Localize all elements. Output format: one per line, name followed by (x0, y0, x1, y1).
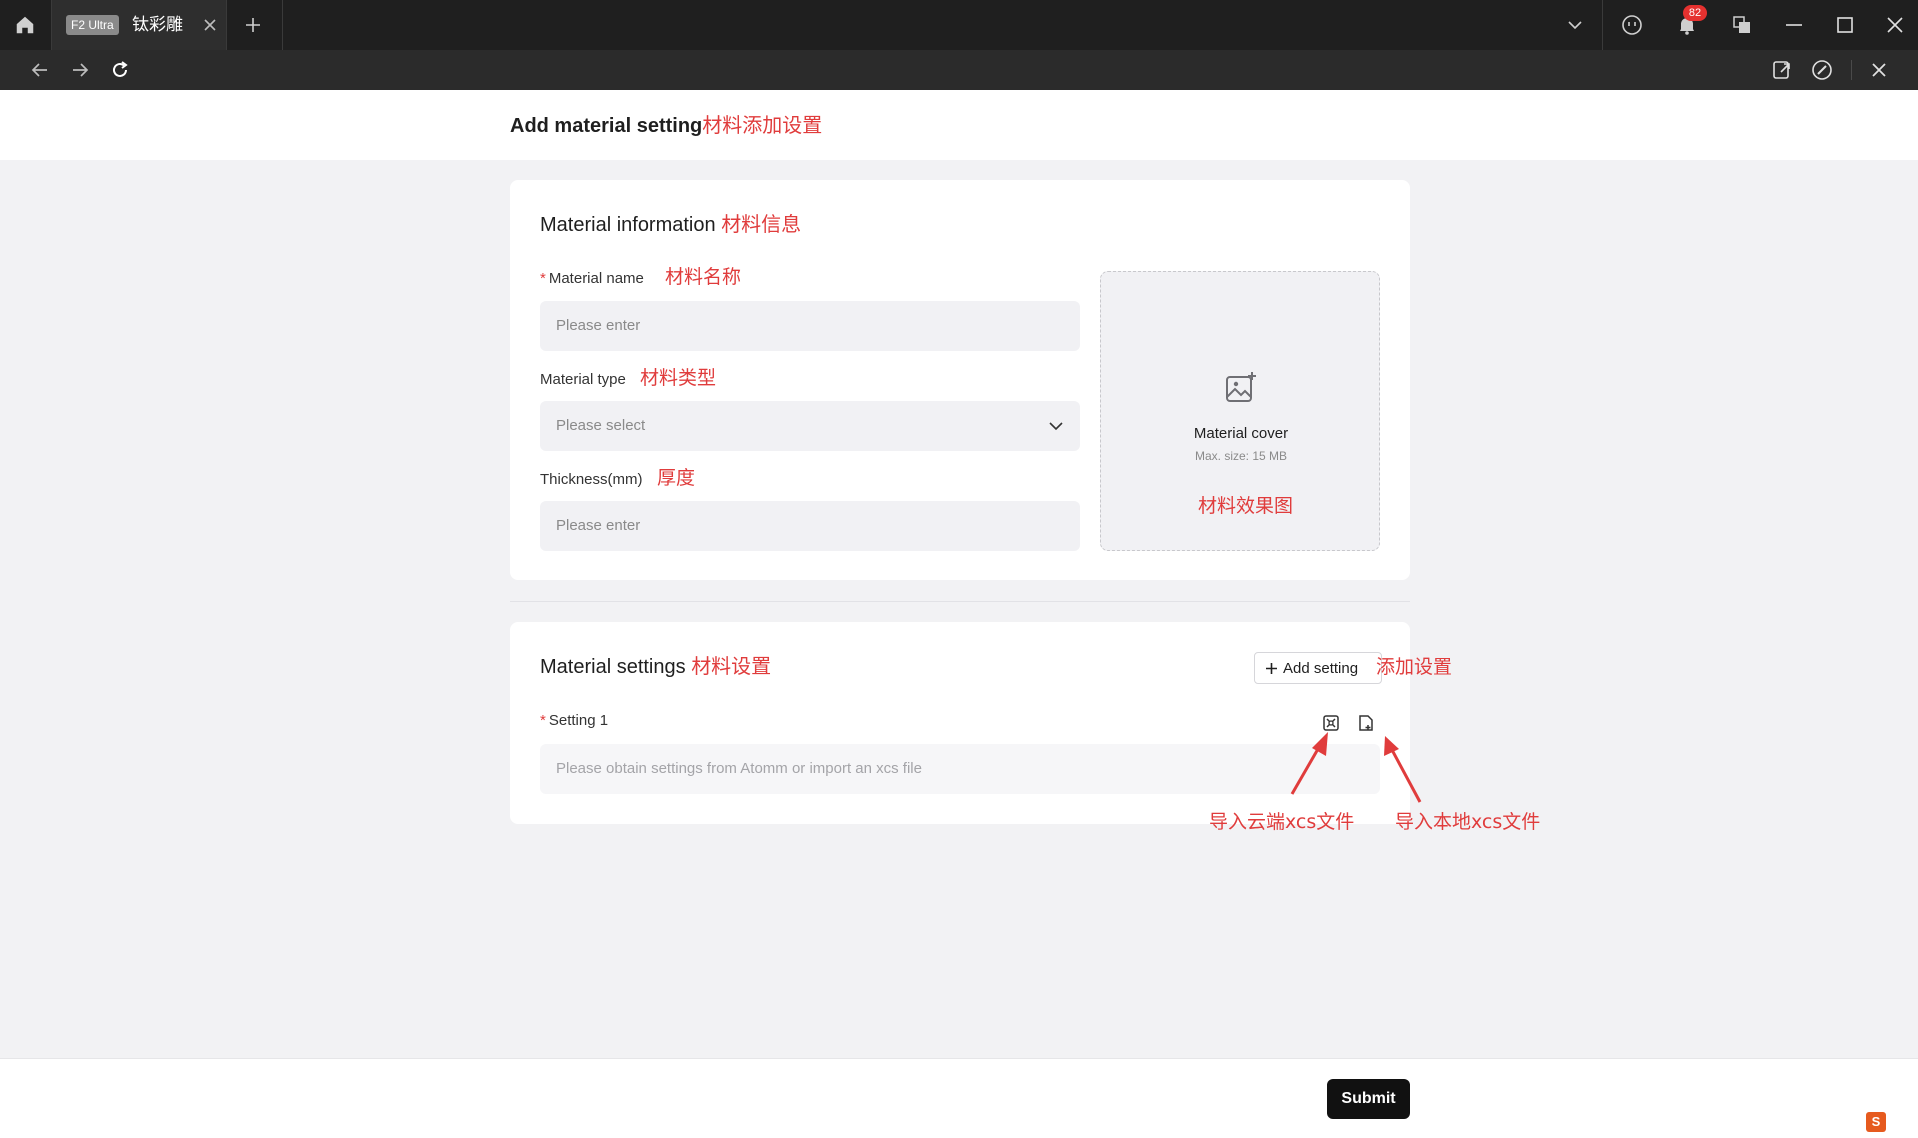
titlebar-divider (1602, 0, 1603, 50)
browser-tab[interactable]: F2 Ultra 钛彩雕 (51, 0, 227, 50)
material-type-select[interactable]: Please select (540, 401, 1080, 451)
material-type-annotation: 材料类型 (640, 367, 717, 389)
cloud-import-icon[interactable] (1320, 712, 1342, 734)
required-asterisk: * (540, 270, 546, 287)
material-type-label: Material type (540, 371, 626, 388)
add-setting-annotation: 添加设置 (1376, 656, 1453, 678)
material-cover-label: Material cover (1193, 425, 1289, 442)
add-setting-button[interactable]: Add setting (1254, 652, 1382, 684)
compass-icon[interactable] (1809, 57, 1835, 83)
material-settings-title: Material settings 材料设置 (540, 652, 771, 681)
material-type-placeholder: Please select (556, 417, 646, 434)
submit-button[interactable]: Submit (1327, 1079, 1410, 1119)
tab-device-badge: F2 Ultra (66, 15, 119, 35)
minimize-icon[interactable] (1781, 12, 1807, 38)
home-icon[interactable] (0, 0, 50, 50)
thickness-label: Thickness(mm) (540, 471, 643, 488)
navigation-bar (0, 50, 1918, 90)
back-arrow-icon[interactable] (27, 57, 53, 83)
app-logo-icon: S (1866, 1112, 1886, 1132)
titlebar-divider (282, 0, 283, 50)
page-title-text: Add material setting (510, 115, 703, 137)
refresh-icon[interactable] (107, 57, 133, 83)
material-name-annotation: 材料名称 (665, 266, 742, 288)
title-bar: F2 Ultra 钛彩雕 82 (0, 0, 1918, 50)
setting-1-label-text: Setting 1 (548, 712, 609, 729)
material-information-card: Material information 材料信息 * Material name… (510, 180, 1410, 580)
material-name-label: * Material name (540, 269, 644, 289)
maximize-icon[interactable] (1832, 12, 1858, 38)
section-title-annotation: 材料设置 (691, 654, 772, 678)
new-tab-icon[interactable] (240, 12, 266, 38)
chevron-down-icon (1046, 416, 1066, 436)
plus-icon (1266, 662, 1277, 674)
section-title-text: Material information (540, 214, 716, 236)
material-information-title: Material information 材料信息 (540, 210, 801, 239)
required-asterisk: * (540, 712, 546, 729)
footer-bar: Submit (0, 1058, 1918, 1138)
windows-icon[interactable] (1729, 12, 1755, 38)
material-name-label-text: Material name (548, 270, 644, 287)
material-cover-size-hint: Max. size: 15 MB (1194, 449, 1288, 463)
section-title-annotation: 材料信息 (721, 212, 802, 236)
material-settings-card: Material settings 材料设置 Add setting 添加设置 … (510, 622, 1452, 824)
notification-count-badge: 82 (1683, 5, 1707, 21)
add-image-icon (1221, 368, 1261, 408)
local-file-import-icon[interactable] (1355, 712, 1377, 734)
cloud-import-annotation: 导入云端xcs文件 (1209, 811, 1355, 833)
feedback-icon[interactable] (1619, 12, 1645, 38)
local-import-annotation: 导入本地xcs文件 (1395, 811, 1541, 833)
close-window-icon[interactable] (1882, 12, 1908, 38)
thickness-annotation: 厚度 (657, 467, 696, 489)
chevron-down-icon[interactable] (1562, 12, 1588, 38)
section-divider (510, 601, 1410, 602)
forward-arrow-icon[interactable] (67, 57, 93, 83)
setting-1-label: * Setting 1 (540, 711, 608, 731)
close-tab-icon[interactable] (197, 12, 223, 38)
section-title-text: Material settings (540, 656, 686, 678)
material-name-input[interactable]: Please enter (540, 301, 1080, 351)
close-panel-icon[interactable] (1866, 57, 1892, 83)
add-setting-label: Add setting (1283, 659, 1359, 677)
page-title-annotation: 材料添加设置 (702, 113, 823, 137)
setting-1-input[interactable]: Please obtain settings from Atomm or imp… (540, 744, 1380, 794)
open-external-icon[interactable] (1769, 57, 1795, 83)
material-cover-upload[interactable]: Material cover Max. size: 15 MB 材料效果图 (1100, 271, 1380, 551)
thickness-input[interactable]: Please enter (540, 501, 1080, 551)
page-title: Add material setting材料添加设置 (510, 111, 822, 140)
tab-title: 钛彩雕 (132, 15, 183, 34)
page-header: Add material setting材料添加设置 (0, 90, 1918, 160)
material-cover-annotation: 材料效果图 (1198, 495, 1294, 517)
navbar-divider (1851, 60, 1852, 80)
